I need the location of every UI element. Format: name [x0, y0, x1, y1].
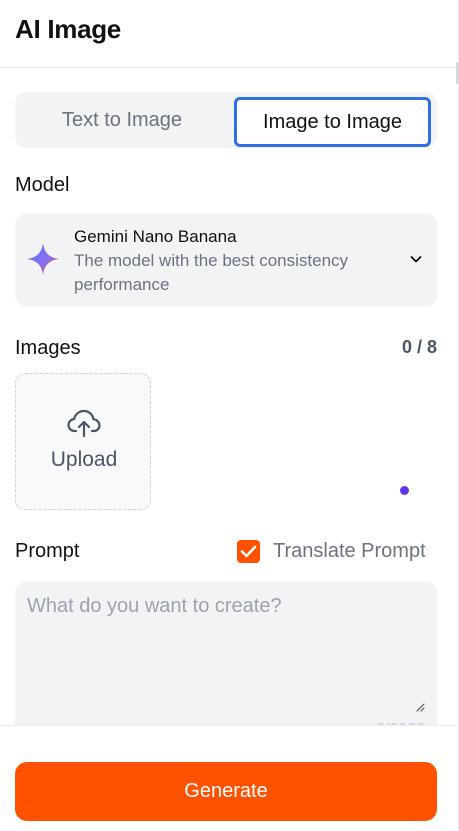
upload-button[interactable]: Upload [15, 373, 151, 510]
panel-header: AI Image [0, 0, 455, 68]
translate-prompt-label: Translate Prompt [273, 539, 426, 562]
model-section-label: Model [15, 174, 70, 196]
mode-tabs: Text to Image Image to Image [15, 92, 437, 148]
translate-prompt-toggle[interactable]: Translate Prompt [237, 538, 426, 564]
page-title: AI Image [15, 14, 121, 44]
resize-grip-icon[interactable] [415, 702, 425, 712]
image-count: 0 / 8 [401, 337, 437, 357]
chevron-down-icon [410, 256, 422, 263]
ai-image-panel: AI Image Text to Image Image to Image Mo… [0, 0, 459, 831]
model-description: The model with the best consistency perf… [74, 251, 349, 294]
status-indicator-dot [400, 486, 409, 495]
translate-checkbox[interactable] [237, 539, 260, 563]
prompt-input[interactable] [15, 581, 437, 716]
prompt-section-label: Prompt [15, 540, 80, 562]
sparkle-icon [27, 243, 59, 275]
cloud-upload-icon [67, 409, 101, 438]
footer: Generate [0, 725, 455, 831]
model-selector[interactable]: Gemini Nano Banana The model with the be… [15, 213, 437, 307]
generate-button[interactable]: Generate [15, 762, 437, 821]
tab-image-to-image[interactable]: Image to Image [234, 97, 431, 147]
tab-text-to-image[interactable]: Text to Image [19, 96, 225, 144]
model-name: Gemini Nano Banana [74, 227, 237, 246]
upload-label: Upload [50, 448, 118, 471]
check-icon [240, 545, 257, 557]
prompt-container: 0/2000 [15, 581, 437, 741]
images-section-label: Images [15, 337, 81, 359]
